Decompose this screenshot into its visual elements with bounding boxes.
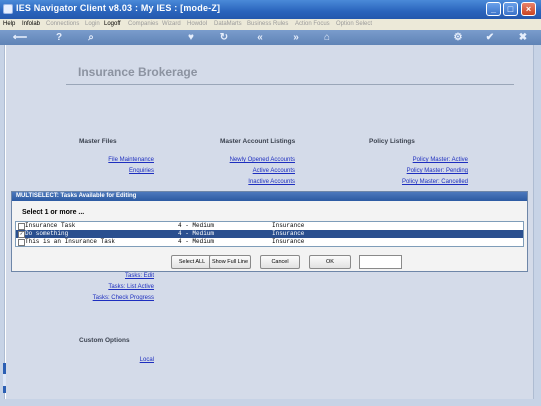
- ok-button[interactable]: OK: [309, 255, 351, 269]
- cancel-button[interactable]: Cancel: [260, 255, 300, 269]
- window-title-bar: IES Navigator Client v8.03 : My IES : [m…: [0, 0, 541, 19]
- task-name: Insurance Task: [25, 222, 76, 229]
- link-file-maintenance[interactable]: File Maintenance: [108, 157, 154, 163]
- link-active-accounts[interactable]: Active Accounts: [253, 168, 295, 174]
- list-item-selected[interactable]: ✓ Do something 4 - Medium Insurance: [16, 230, 523, 238]
- list-item[interactable]: This is an Insurance Task 4 - Medium Ins…: [16, 238, 523, 246]
- menu-login[interactable]: Login: [85, 21, 100, 27]
- window-title: IES Navigator Client v8.03 : My IES : [m…: [16, 3, 221, 13]
- dialog-title: MULTISELECT: Tasks Available for Editing: [16, 193, 137, 199]
- search-icon[interactable]: ⌕: [82, 31, 100, 44]
- refresh-icon[interactable]: ↻: [215, 31, 233, 44]
- minimize-button[interactable]: _: [486, 2, 501, 16]
- link-inactive-accounts[interactable]: Inactive Accounts: [248, 179, 295, 185]
- menu-connections[interactable]: Connections: [46, 21, 79, 27]
- show-full-line-button[interactable]: Show Full Line: [209, 255, 251, 269]
- back-icon[interactable]: ⟵: [8, 31, 32, 44]
- master-files-heading: Master Files: [79, 138, 117, 145]
- menu-bar: Help Infolab Connections Login Logoff Co…: [0, 19, 541, 30]
- row-checkbox[interactable]: [18, 223, 25, 230]
- close-icon[interactable]: ✖: [514, 31, 532, 44]
- link-policy-master-pending[interactable]: Policy Master: Pending: [407, 168, 468, 174]
- favorite-icon[interactable]: ♥: [182, 31, 200, 44]
- toolbar: ⟵ ? ⌕ ♥ ↻ « » ⌂ ⚙ ✔ ✖: [0, 30, 541, 45]
- link-enquiries[interactable]: Enquiries: [129, 168, 154, 174]
- menu-companies[interactable]: Companies: [128, 21, 158, 27]
- link-policy-master-cancelled[interactable]: Policy Master: Cancelled: [402, 179, 468, 185]
- menu-howdoi[interactable]: HowdoI: [187, 21, 207, 27]
- home-icon[interactable]: ⌂: [318, 31, 336, 44]
- policy-listings-heading: Policy Listings: [369, 138, 415, 145]
- close-window-button[interactable]: ×: [521, 2, 536, 16]
- task-priority: 4 - Medium: [178, 230, 215, 237]
- page-title: Insurance Brokerage: [78, 65, 198, 79]
- next-icon[interactable]: »: [287, 31, 305, 44]
- dialog-input-field[interactable]: [359, 255, 402, 269]
- link-tasks-edit[interactable]: Tasks: Edit: [125, 273, 154, 279]
- task-category: Insurance: [272, 222, 305, 229]
- frame-bottom: [0, 399, 541, 406]
- link-newly-opened-accounts[interactable]: Newly Opened Accounts: [230, 157, 295, 163]
- list-item[interactable]: Insurance Task 4 - Medium Insurance: [16, 222, 523, 230]
- task-name: Do something: [25, 230, 69, 237]
- row-checkbox-checked[interactable]: ✓: [18, 231, 25, 238]
- menu-datamarts[interactable]: DataMarts: [214, 21, 242, 27]
- link-policy-master-active[interactable]: Policy Master: Active: [413, 157, 468, 163]
- ok-icon[interactable]: ✔: [481, 31, 499, 44]
- menu-action-focus[interactable]: Action Focus: [295, 21, 330, 27]
- title-divider: [66, 84, 514, 85]
- menu-logoff[interactable]: Logoff: [104, 21, 121, 27]
- link-tasks-list-active[interactable]: Tasks: List Active: [108, 284, 154, 290]
- frame-right: [533, 45, 541, 406]
- link-local[interactable]: Local: [140, 357, 154, 363]
- task-name: This is an Insurance Task: [25, 238, 116, 245]
- dialog-prompt: Select 1 or more ...: [22, 209, 85, 216]
- settings-icon[interactable]: ⚙: [449, 31, 467, 44]
- select-all-button[interactable]: Select ALL: [171, 255, 213, 269]
- help-icon[interactable]: ?: [50, 31, 68, 44]
- previous-icon[interactable]: «: [251, 31, 269, 44]
- task-category: Insurance: [272, 238, 305, 245]
- frame-left: [0, 45, 5, 406]
- task-category: Insurance: [272, 230, 305, 237]
- link-tasks-check-progress[interactable]: Tasks: Check Progress: [93, 295, 154, 301]
- task-priority: 4 - Medium: [178, 238, 215, 245]
- menu-help[interactable]: Help: [3, 21, 15, 27]
- app-icon: [3, 4, 13, 14]
- maximize-button[interactable]: □: [503, 2, 518, 16]
- task-priority: 4 - Medium: [178, 222, 215, 229]
- dialog-header: MULTISELECT: Tasks Available for Editing: [12, 192, 527, 201]
- menu-wizard[interactable]: Wizard: [162, 21, 181, 27]
- menu-infolab[interactable]: Infolab: [22, 21, 40, 27]
- row-checkbox[interactable]: [18, 239, 25, 246]
- master-account-listings-heading: Master Account Listings: [220, 138, 296, 145]
- menu-option-select[interactable]: Option Select: [336, 21, 372, 27]
- custom-options-heading: Custom Options: [79, 337, 130, 344]
- menu-business-rules[interactable]: Business Rules: [247, 21, 288, 27]
- multiselect-dialog: MULTISELECT: Tasks Available for Editing…: [11, 191, 528, 272]
- task-list: Insurance Task 4 - Medium Insurance ✓ Do…: [15, 221, 524, 247]
